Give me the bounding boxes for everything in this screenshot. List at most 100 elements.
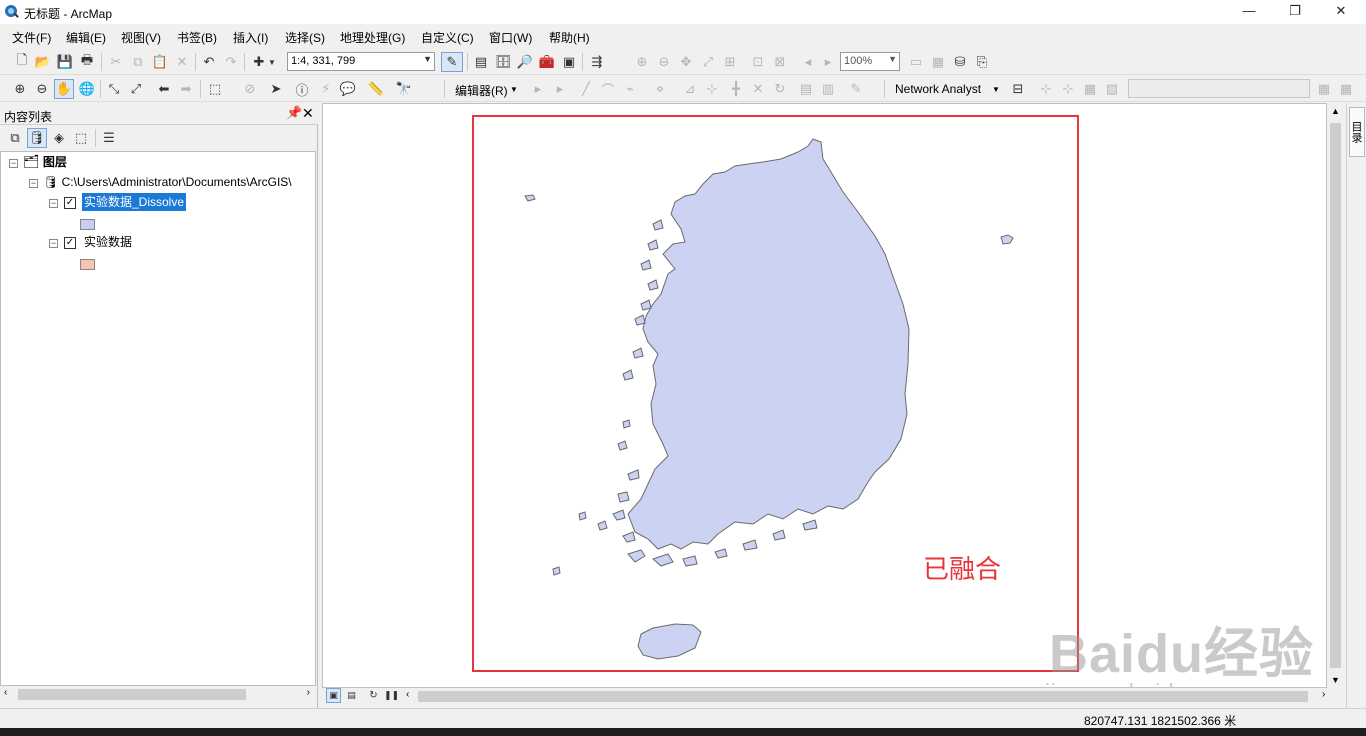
layout-forward-icon[interactable]: ▸ [818, 52, 838, 72]
add-data-dropdown-icon[interactable]: ▼ [266, 52, 278, 72]
find-icon[interactable]: 🔭 [394, 79, 414, 99]
menu-windows[interactable]: 窗口(W) [489, 29, 532, 46]
layout-zoom-out-icon[interactable]: ⊖ [654, 52, 674, 72]
arctoolbox-icon[interactable]: 🧰 [537, 52, 557, 72]
network-analyst-window-icon[interactable]: ⊟ [1008, 79, 1028, 99]
full-extent-icon[interactable]: 🌐 [77, 79, 97, 99]
open-folder-icon[interactable]: 📂 [33, 52, 53, 72]
copy-icon[interactable]: ⧉ [128, 52, 148, 72]
collapse-icon[interactable]: − [49, 199, 58, 208]
layer-symbol-swatch[interactable] [80, 259, 95, 270]
html-popup-icon[interactable]: 💬 [338, 79, 358, 99]
network-options-icon[interactable]: ▦ [1314, 79, 1334, 99]
layer-symbol-swatch[interactable] [80, 219, 95, 230]
layer-visibility-checkbox[interactable]: ✓ [64, 197, 76, 209]
change-layout-icon[interactable]: ⛁ [950, 52, 970, 72]
toc-options-icon[interactable]: ☰ [99, 128, 119, 148]
layer-visibility-checkbox[interactable]: ✓ [64, 237, 76, 249]
straight-segment-icon[interactable]: ╱ [576, 79, 596, 99]
cut-polygons-icon[interactable]: ⊹ [702, 79, 722, 99]
paste-icon[interactable]: 📋 [150, 52, 170, 72]
menu-file[interactable]: 文件(F) [12, 29, 51, 46]
trace-icon[interactable]: ⌁ [620, 79, 640, 99]
scroll-up-icon[interactable]: ▲ [1331, 106, 1340, 116]
clear-selection-icon[interactable]: ⊘ [240, 79, 260, 99]
redo-icon[interactable]: ↷ [221, 52, 241, 72]
fixed-zoom-out-icon[interactable]: ⤢ [126, 79, 146, 99]
end-point-arc-icon[interactable]: ⌒ [598, 79, 618, 99]
network-layer-combo[interactable] [1128, 79, 1310, 98]
hyperlink-icon[interactable]: ⚡ [316, 79, 336, 99]
list-by-source-icon[interactable]: 🛢 [27, 128, 47, 148]
data-driven-pages-icon[interactable]: ⎘ [972, 52, 992, 72]
editor-toolbar-icon[interactable]: ✎ [441, 52, 463, 72]
map-vertical-scrollbar[interactable]: ▲ ▼ [1327, 103, 1344, 688]
layer-dissolve[interactable]: 实验数据_Dissolve [82, 193, 187, 211]
select-features-icon[interactable]: ⬚ [205, 79, 225, 99]
toc-horizontal-scrollbar[interactable]: ‹ › [0, 686, 316, 703]
scroll-left-icon[interactable]: ‹ [4, 687, 7, 698]
layout-view-icon[interactable]: ▤ [344, 688, 359, 703]
datasource-row[interactable]: 🛢 C:\Users\Administrator\Documents\ArcGI… [43, 173, 292, 191]
minimize-button[interactable]: — [1226, 0, 1272, 24]
layout-zoom-in-icon[interactable]: ⊕ [632, 52, 652, 72]
network-directions-icon[interactable]: ▧ [1102, 79, 1122, 99]
menu-edit[interactable]: 编辑(E) [66, 29, 106, 46]
sketch-icon[interactable]: ✎ [846, 79, 866, 99]
collapse-icon[interactable]: − [49, 239, 58, 248]
close-icon[interactable]: ✕ [302, 105, 314, 122]
split-icon[interactable]: ╋ [726, 79, 746, 99]
menu-bookmarks[interactable]: 书签(B) [177, 29, 217, 46]
table-of-contents-icon[interactable]: ▤ [471, 52, 491, 72]
toggle-draft-mode-icon[interactable]: ▭ [906, 52, 926, 72]
create-network-location-icon[interactable]: ⊹ [1036, 79, 1056, 99]
layout-zoom-percent-input[interactable]: 100% ▼ [840, 52, 900, 71]
save-icon[interactable]: 💾 [55, 52, 75, 72]
pan-icon[interactable]: ✋ [54, 79, 74, 99]
undo-icon[interactable]: ↶ [199, 52, 219, 72]
delete-icon[interactable]: ✕ [172, 52, 192, 72]
edit-annotation-icon[interactable]: ▸ [550, 79, 570, 99]
list-by-drawing-order-icon[interactable]: ⧉ [5, 128, 25, 148]
modelbuilder-icon[interactable]: ⇶ [587, 52, 607, 72]
zoom-in-icon[interactable]: ⊕ [10, 79, 30, 99]
network-table-icon[interactable]: ▦ [1336, 79, 1356, 99]
editor-dropdown-icon[interactable]: ▼ [510, 85, 518, 94]
edit-tool-icon[interactable]: ▸ [528, 79, 548, 99]
reshape-icon[interactable]: ⊿ [680, 79, 700, 99]
cut-icon[interactable]: ✂ [106, 52, 126, 72]
menu-geoprocessing[interactable]: 地理处理(G) [340, 29, 405, 46]
select-network-location-icon[interactable]: ⊹ [1058, 79, 1078, 99]
forward-extent-icon[interactable]: ➡ [176, 79, 196, 99]
pause-drawing-icon[interactable]: ❚❚ [384, 688, 399, 703]
list-by-selection-icon[interactable]: ⬚ [71, 128, 91, 148]
zoom-out-icon[interactable]: ⊖ [32, 79, 52, 99]
layout-back-icon[interactable]: ◂ [798, 52, 818, 72]
collapse-icon[interactable]: − [9, 159, 18, 168]
layout-pan-icon[interactable]: ✥ [676, 52, 696, 72]
layout-zoom-whole-icon[interactable]: ⊡ [748, 52, 768, 72]
catalog-dock-tab[interactable]: 目录 [1349, 107, 1365, 157]
print-icon[interactable]: 🖶 [77, 52, 97, 72]
fixed-zoom-in-icon[interactable]: ⤡ [104, 79, 124, 99]
data-view-icon[interactable]: ▣ [326, 688, 341, 703]
search-window-icon[interactable]: 🔎 [515, 52, 535, 72]
scroll-left-icon[interactable]: ‹ [406, 689, 409, 700]
menu-view[interactable]: 视图(V) [121, 29, 161, 46]
scroll-right-icon[interactable]: › [307, 687, 310, 698]
map-scale-input[interactable]: 1:4, 331, 799 ▼ [287, 52, 435, 71]
map-display[interactable]: 已融合 Baidu经验 jingyan.baidu.com [322, 103, 1327, 688]
menu-customize[interactable]: 自定义(C) [421, 29, 474, 46]
menu-selection[interactable]: 选择(S) [285, 29, 325, 46]
new-document-icon[interactable]: 🗋 [12, 52, 32, 72]
select-elements-icon[interactable]: ➤ [266, 79, 286, 99]
sketch-properties-icon[interactable]: ↻ [770, 79, 790, 99]
catalog-icon[interactable]: 🗄 [493, 52, 513, 72]
edit-vertices-icon[interactable]: ⋄ [650, 79, 670, 99]
collapse-icon[interactable]: − [29, 179, 38, 188]
layer-source[interactable]: 实验数据 [84, 233, 132, 251]
map-horizontal-scrollbar[interactable] [418, 688, 1318, 705]
rotate-icon[interactable]: ✕ [748, 79, 768, 99]
measure-icon[interactable]: 📏 [366, 79, 386, 99]
editor-menu-button[interactable]: 编辑器(R) [455, 82, 508, 99]
